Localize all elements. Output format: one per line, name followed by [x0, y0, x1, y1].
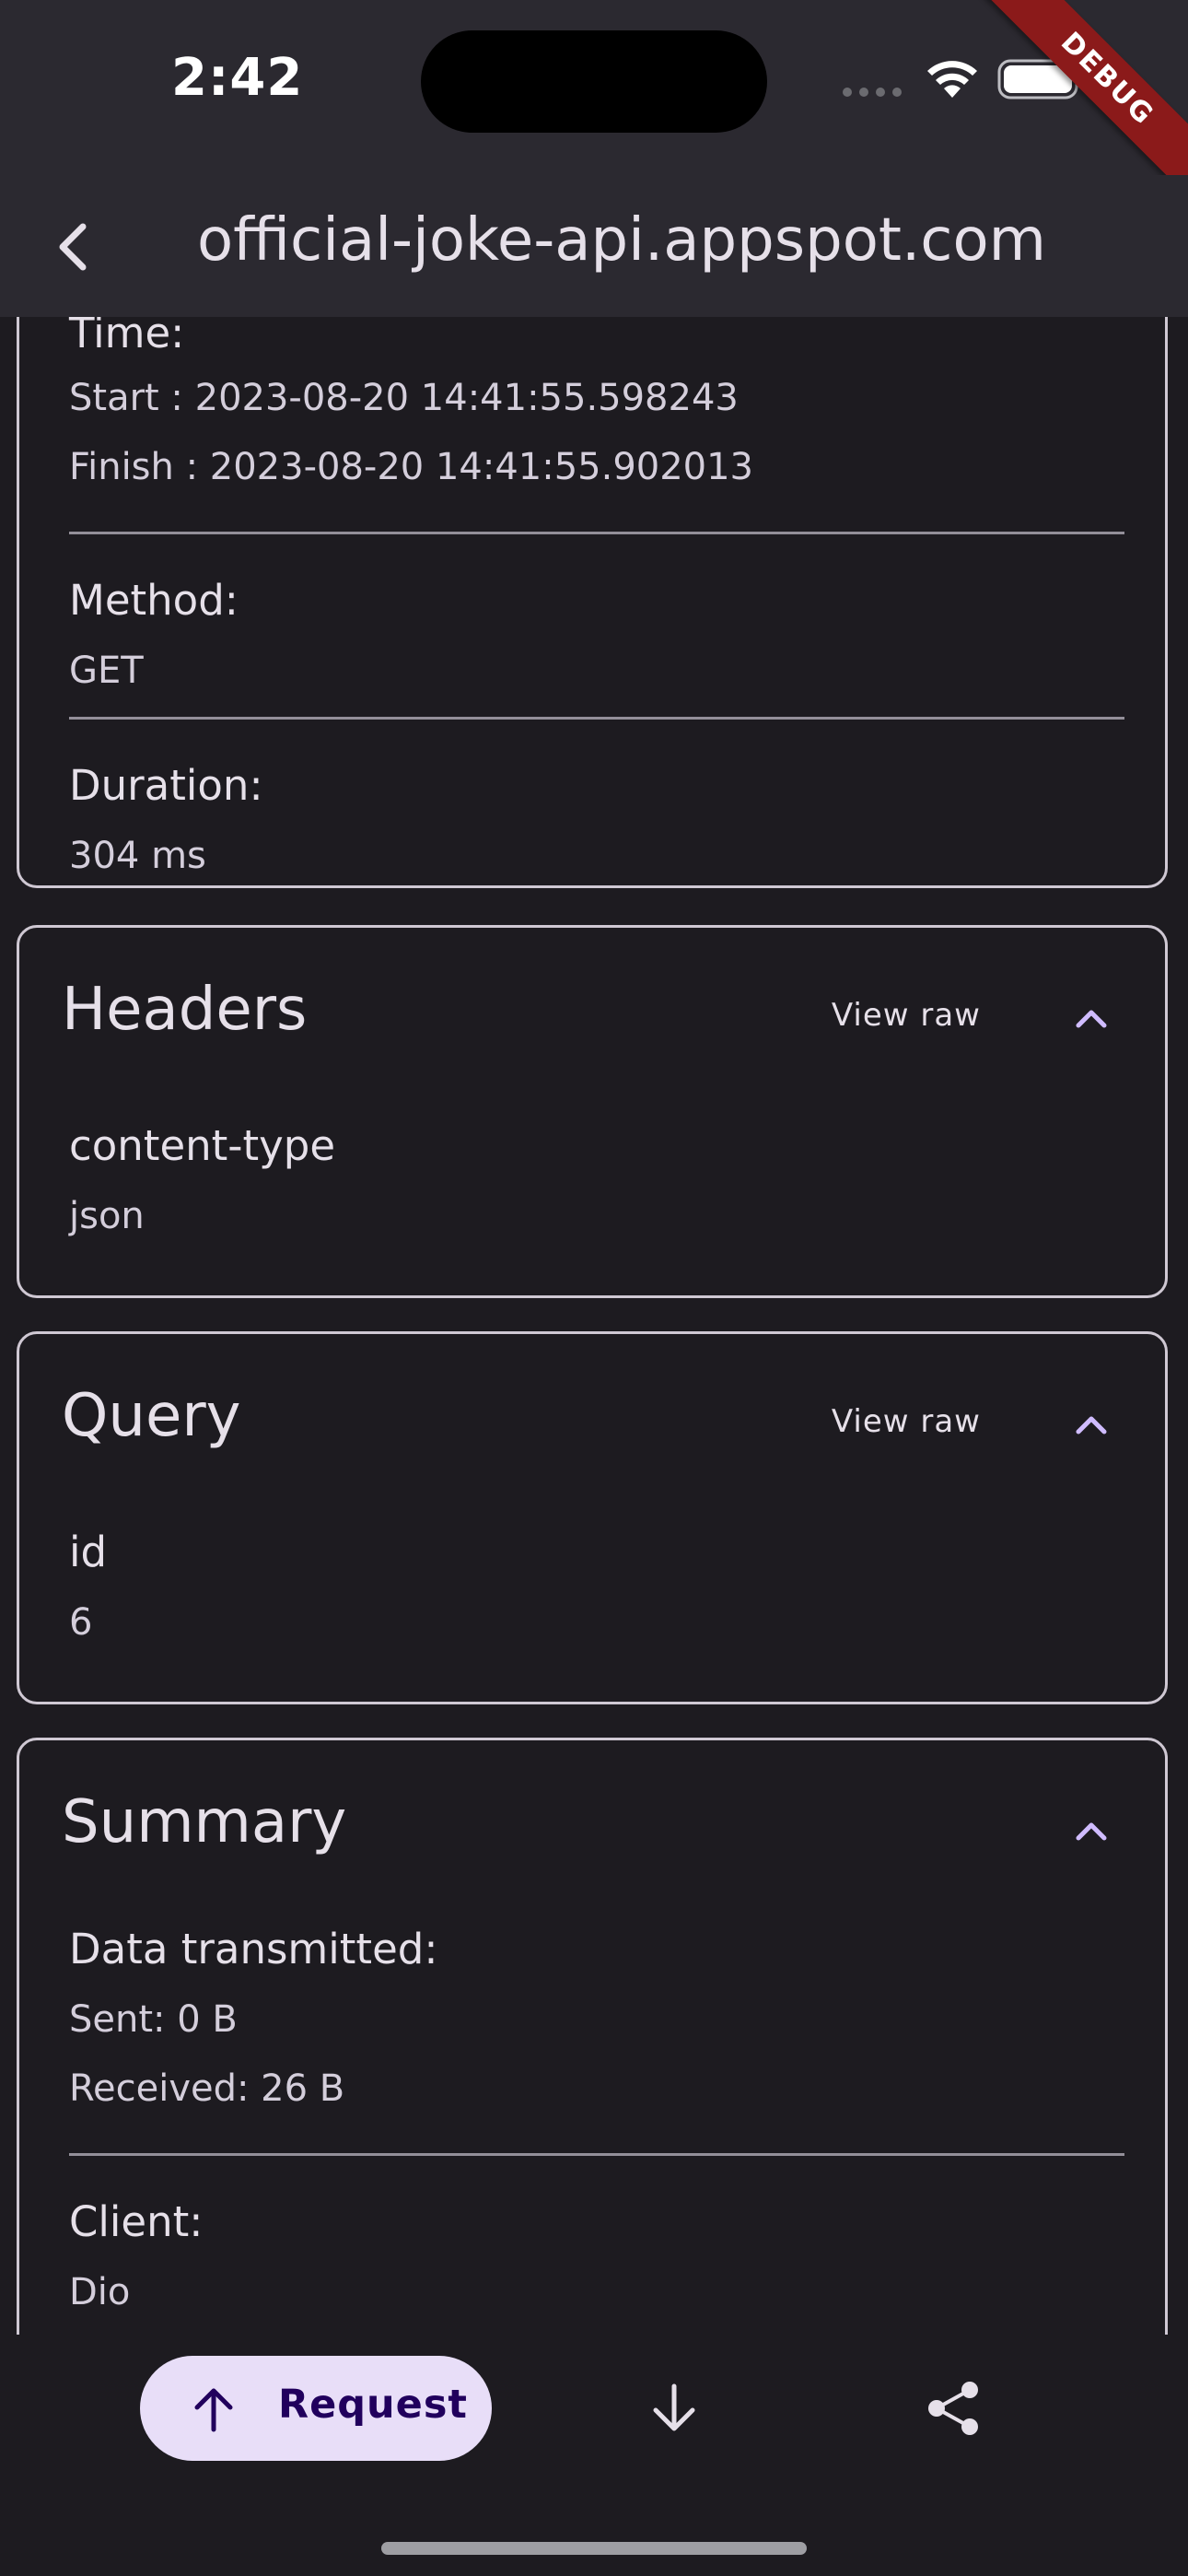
- wifi-icon: [927, 61, 977, 98]
- divider: [69, 532, 1124, 534]
- cellular-signal-icon: [843, 88, 902, 97]
- overview-card: Time: Start : 2023-08-20 14:41:55.598243…: [17, 317, 1168, 888]
- query-key: id: [69, 1528, 108, 1576]
- bottom-navigation: Request: [0, 2335, 1188, 2576]
- request-tab-label: Request: [278, 2382, 468, 2428]
- share-icon[interactable]: [924, 2379, 983, 2438]
- method-label: Method:: [69, 576, 239, 625]
- start-time-value: Start : 2023-08-20 14:41:55.598243: [69, 377, 739, 419]
- duration-value: 304 ms: [69, 835, 206, 877]
- finish-time-value: Finish : 2023-08-20 14:41:55.902013: [69, 446, 754, 488]
- duration-label: Duration:: [69, 761, 263, 810]
- detail-scroll-view[interactable]: Time: Start : 2023-08-20 14:41:55.598243…: [0, 317, 1188, 2335]
- chevron-up-icon[interactable]: [1069, 996, 1113, 1040]
- received-value: Received: 26 B: [69, 2067, 345, 2110]
- method-value: GET: [69, 650, 144, 692]
- headers-card: Headers View raw content-type json: [17, 925, 1168, 1298]
- header-value: json: [69, 1195, 145, 1237]
- divider: [69, 2153, 1124, 2156]
- dynamic-island: [421, 30, 767, 133]
- header-key: content-type: [69, 1121, 336, 1170]
- client-label: Client:: [69, 2197, 204, 2246]
- time-label: Time:: [69, 317, 185, 357]
- query-card: Query View raw id 6: [17, 1331, 1168, 1704]
- data-transmitted-label: Data transmitted:: [69, 1925, 438, 1973]
- request-tab-button[interactable]: Request: [140, 2356, 492, 2461]
- headers-view-raw-button[interactable]: View raw: [832, 997, 981, 1034]
- summary-card: Summary Data transmitted: Sent: 0 B Rece…: [17, 1738, 1168, 2335]
- sent-value: Sent: 0 B: [69, 1998, 238, 2041]
- query-value: 6: [69, 1601, 93, 1644]
- app-bar: official-joke-api.appspot.com: [0, 175, 1188, 317]
- arrow-up-icon: [194, 2388, 233, 2432]
- chevron-up-icon[interactable]: [1069, 1809, 1113, 1853]
- status-time: 2:42: [171, 48, 304, 108]
- page-title: official-joke-api.appspot.com: [197, 206, 1046, 275]
- chevron-up-icon[interactable]: [1069, 1402, 1113, 1446]
- query-view-raw-button[interactable]: View raw: [832, 1403, 981, 1440]
- query-title: Query: [62, 1382, 241, 1450]
- summary-title: Summary: [62, 1788, 347, 1856]
- status-bar: 2:42 DEBUG: [0, 0, 1188, 216]
- home-indicator[interactable]: [381, 2542, 807, 2555]
- headers-title: Headers: [62, 976, 308, 1044]
- arrow-down-icon[interactable]: [645, 2379, 704, 2438]
- client-value: Dio: [69, 2271, 131, 2313]
- divider: [69, 717, 1124, 720]
